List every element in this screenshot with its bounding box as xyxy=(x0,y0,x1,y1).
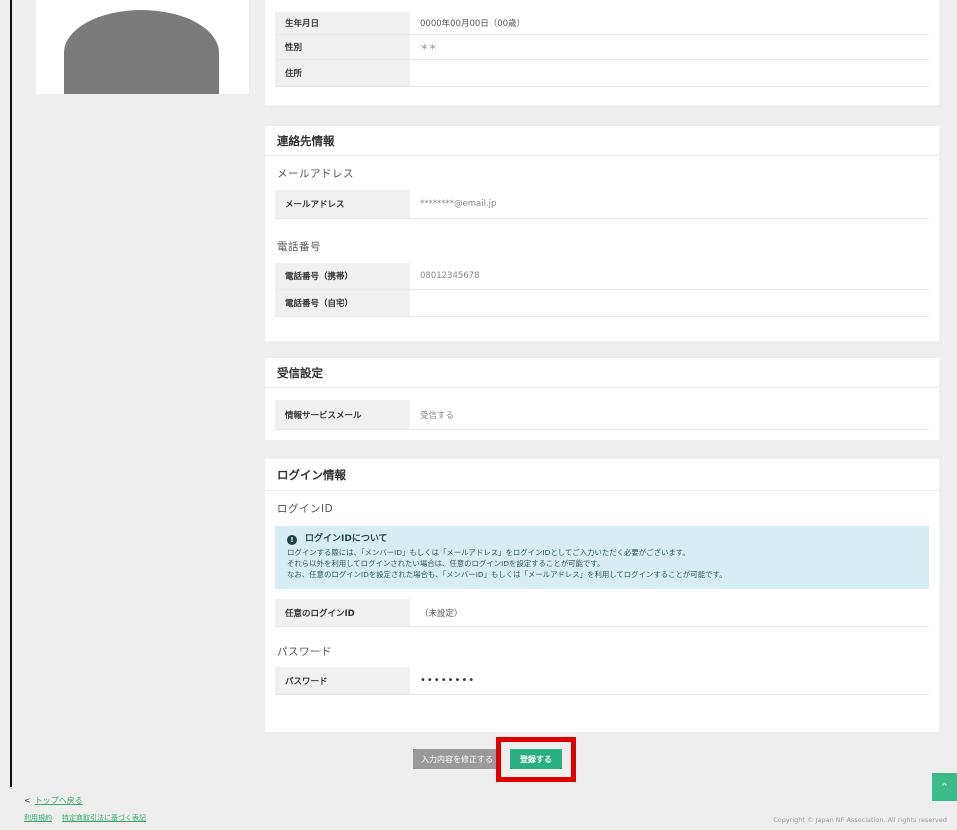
phone-section-label: 電話番号 xyxy=(277,240,321,253)
home-phone-label: 電話番号（自宅） xyxy=(275,290,410,316)
terms-link[interactable]: 利用規約 xyxy=(24,813,52,823)
profile-photo-card xyxy=(36,0,249,94)
mobile-phone-value: 08012345678 xyxy=(420,271,480,281)
info-box-line-1: ログインする際には、「メンバーID」もしくは「メールアドレス」をログインIDとし… xyxy=(287,548,690,557)
login-info-title: ログイン情報 xyxy=(265,459,939,491)
gender-value: ＊＊ xyxy=(420,43,438,53)
email-section-label: メールアドレス xyxy=(277,167,354,180)
password-label: パスワード xyxy=(275,667,410,694)
info-box-title-text: ログインIDについて xyxy=(305,534,388,544)
chevron-up-icon: ⌃ xyxy=(939,780,950,794)
info-box-line-2: それら以外を利用してログインされたい場合は、任意のログインIDを設定することが可… xyxy=(287,559,605,568)
login-info-card: ログイン情報 ログインID ! ログインIDについて ログインする際には、「メン… xyxy=(265,459,939,732)
address-row: 住所 xyxy=(275,60,929,87)
avatar xyxy=(64,10,219,94)
custom-login-id-value: （未設定） xyxy=(420,608,463,619)
birthdate-value: 0000年00月00日（00歳） xyxy=(420,19,526,29)
receive-settings-title: 受信設定 xyxy=(265,358,939,388)
scroll-to-top-button[interactable]: ⌃ xyxy=(932,773,957,801)
email-row: メールアドレス ********@email.jp xyxy=(275,190,929,219)
info-box-title: ! ログインIDについて xyxy=(287,534,917,545)
back-to-top-link[interactable]: < トップへ戻る xyxy=(24,795,83,806)
password-value: •••••••• xyxy=(420,675,476,686)
back-to-top-text: トップへ戻る xyxy=(34,796,83,805)
home-phone-row: 電話番号（自宅） xyxy=(275,290,929,317)
contact-info-title: 連絡先情報 xyxy=(265,126,939,156)
chevron-left-icon: < xyxy=(24,796,31,805)
mobile-phone-row: 電話番号（携帯） 08012345678 xyxy=(275,263,929,290)
footer-links: 利用規約 特定商取引法に基づく表記 xyxy=(24,813,146,823)
address-label: 住所 xyxy=(275,60,410,86)
copyright-text: Copyright © Japan NF Association. All ri… xyxy=(773,816,947,824)
gender-row: 性別 ＊＊ xyxy=(275,35,929,60)
profile-details-card: 生年月日 0000年00月00日（00歳） 性別 ＊＊ 住所 xyxy=(265,0,939,105)
email-value: ********@email.jp xyxy=(420,199,497,209)
birthdate-row: 生年月日 0000年00月00日（00歳） xyxy=(275,12,929,35)
left-border-line xyxy=(10,0,12,787)
receive-settings-card: 受信設定 情報サービスメール 受信する xyxy=(265,358,939,440)
mobile-phone-label: 電話番号（携帯） xyxy=(275,263,410,289)
login-id-info-box: ! ログインIDについて ログインする際には、「メンバーID」もしくは「メールア… xyxy=(275,526,929,589)
info-icon: ! xyxy=(287,534,297,545)
info-mail-label: 情報サービスメール xyxy=(275,400,410,429)
password-row: パスワード •••••••• xyxy=(275,667,929,695)
register-button[interactable]: 登録する xyxy=(510,749,562,769)
address-value xyxy=(410,60,929,86)
info-mail-row: 情報サービスメール 受信する xyxy=(275,400,929,430)
commerce-law-link[interactable]: 特定商取引法に基づく表記 xyxy=(62,813,146,823)
custom-login-id-row: 任意のログインID （未設定） xyxy=(275,599,929,627)
info-box-line-3: なお、任意のログインIDを設定された場合も、「メンバーID」もしくは「メールアド… xyxy=(287,570,727,579)
birthdate-label: 生年月日 xyxy=(275,12,410,34)
email-label: メールアドレス xyxy=(275,190,410,218)
password-section-label: パスワード xyxy=(277,645,332,658)
edit-input-button[interactable]: 入力内容を修正する xyxy=(413,749,501,769)
contact-info-card: 連絡先情報 メールアドレス メールアドレス ********@email.jp … xyxy=(265,126,939,341)
home-phone-value xyxy=(410,290,929,316)
login-id-section-label: ログインID xyxy=(277,503,334,515)
info-mail-value: 受信する xyxy=(420,410,455,421)
custom-login-id-label: 任意のログインID xyxy=(275,599,410,626)
gender-label: 性別 xyxy=(275,35,410,59)
